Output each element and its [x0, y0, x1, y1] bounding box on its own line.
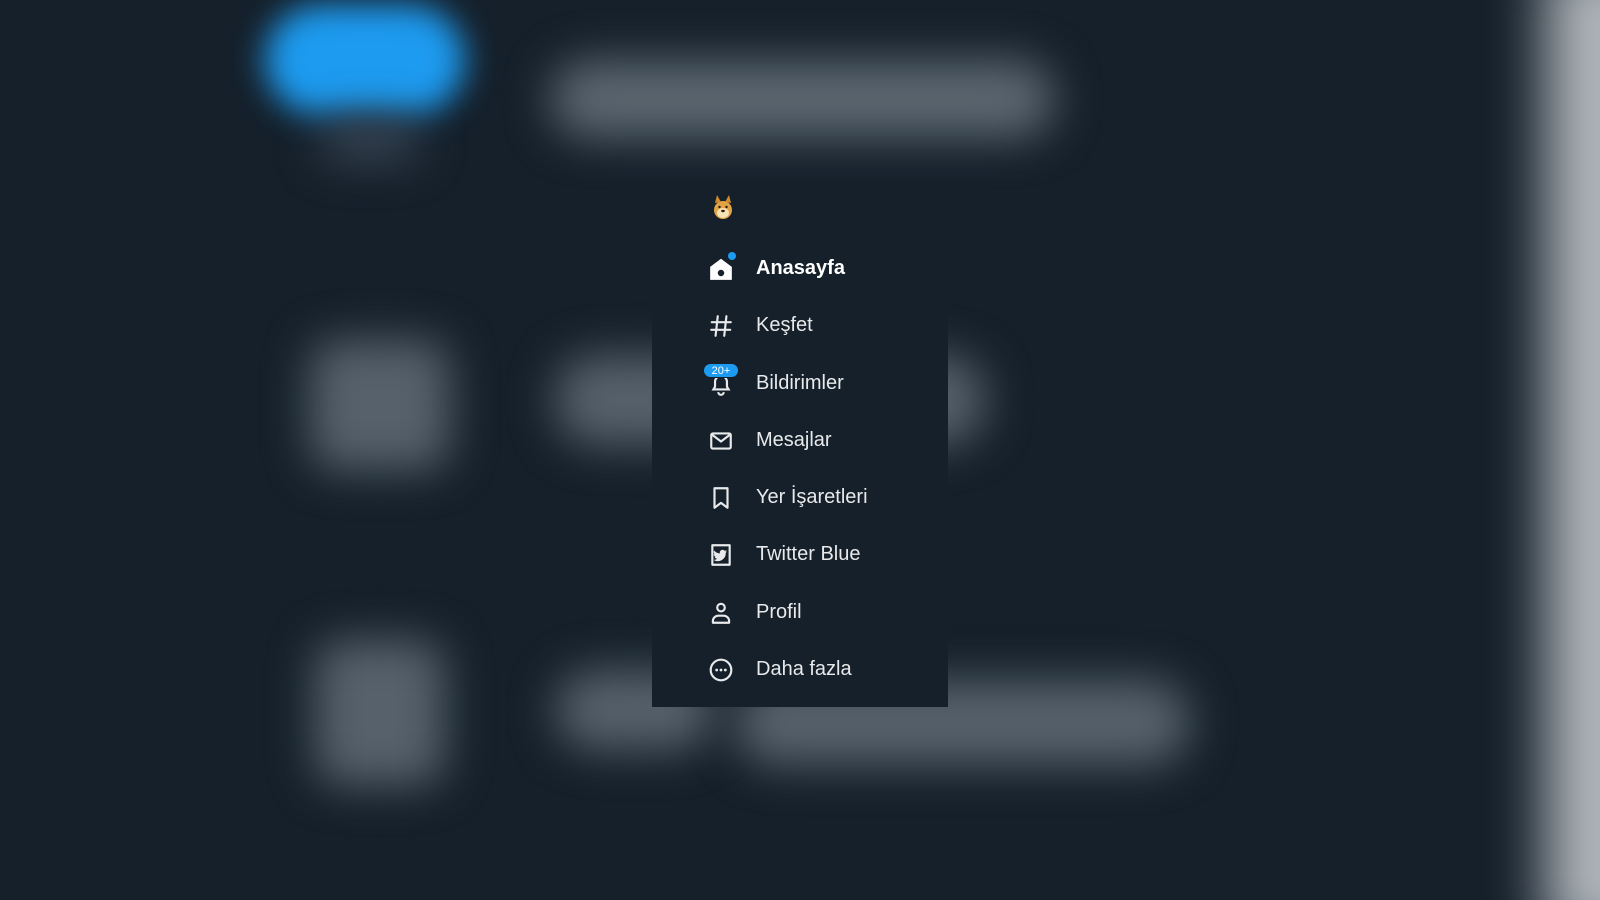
blurred-background-shape [315, 640, 445, 785]
bookmark-icon [708, 485, 734, 511]
unread-dot [728, 252, 736, 260]
sidebar-item-label: Profil [756, 601, 802, 623]
person-icon [708, 600, 734, 626]
sidebar-item-explore[interactable]: Keşfet [652, 300, 948, 350]
sidebar-item-label: Daha fazla [756, 658, 852, 680]
sidebar-item-profile[interactable]: Profil [652, 587, 948, 637]
blurred-background-shape [550, 60, 1055, 138]
sidebar-item-bookmarks[interactable]: Yer İşaretleri [652, 472, 948, 522]
sidebar-item-label: Keşfet [756, 314, 813, 336]
home-icon [708, 252, 736, 282]
sidebar-item-label: Twitter Blue [756, 543, 861, 565]
sidebar-item-label: Anasayfa [756, 257, 845, 279]
hashtag-icon [708, 313, 734, 339]
sidebar-item-label: Mesajlar [756, 429, 832, 451]
sidebar-item-twitter-blue[interactable]: Twitter Blue [652, 529, 948, 579]
sidebar-item-label: Bildirimler [756, 372, 844, 394]
twitter-blue-icon [708, 542, 734, 568]
sidebar-item-notifications[interactable]: 20+ Bildirimler [652, 358, 948, 408]
more-circle-icon [708, 657, 734, 683]
envelope-icon [708, 428, 734, 454]
blurred-background-shape [265, 5, 465, 115]
sidebar-nav: Anasayfa Keşfet 20+ Bildirimler Mesajlar… [652, 190, 948, 707]
sidebar-item-more[interactable]: Daha fazla [652, 644, 948, 694]
blurred-background-shape [310, 340, 450, 470]
notification-count-badge: 20+ [703, 363, 739, 378]
sidebar-item-label: Yer İşaretleri [756, 486, 868, 508]
doge-dog-icon[interactable] [710, 194, 736, 220]
blurred-background-shape [320, 120, 420, 160]
sidebar-item-messages[interactable]: Mesajlar [652, 415, 948, 465]
sidebar-item-home[interactable]: Anasayfa [652, 243, 948, 293]
app-stage: Anasayfa Keşfet 20+ Bildirimler Mesajlar… [0, 0, 1600, 900]
blurred-background-shape [1545, 0, 1600, 900]
